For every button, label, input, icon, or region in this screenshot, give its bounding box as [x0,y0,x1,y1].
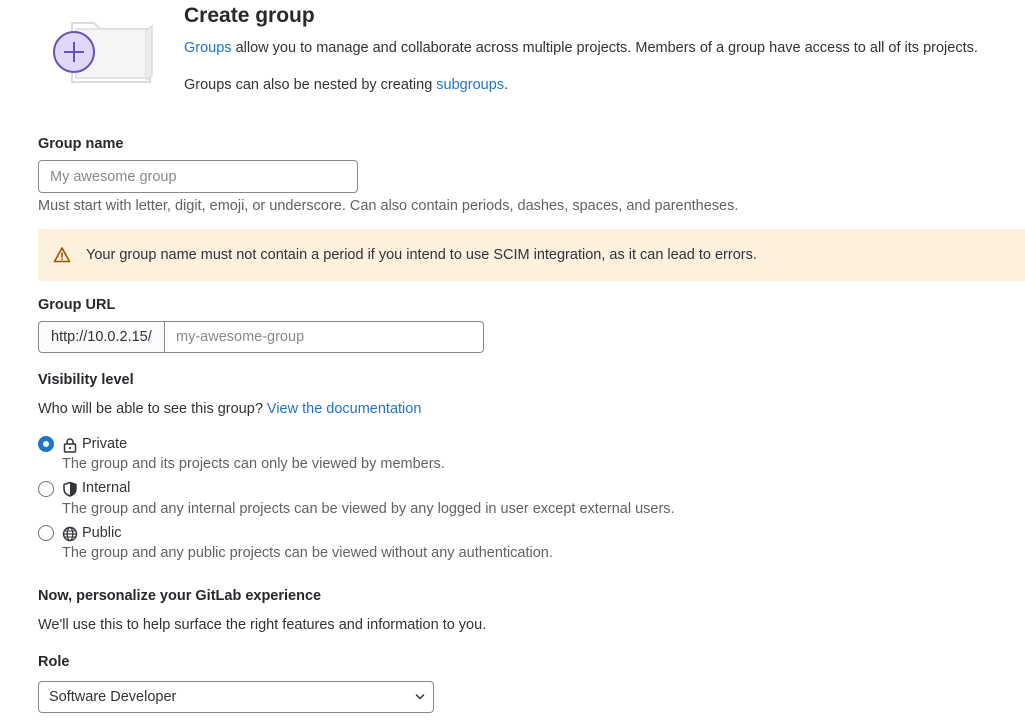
alert-text: Your group name must not contain a perio… [86,247,757,263]
group-url-input[interactable] [164,321,484,353]
group-name-label: Group name [38,136,124,152]
visibility-private-radio[interactable] [38,436,54,452]
visibility-public-description: The group and any public projects can be… [62,545,553,561]
visibility-internal-description: The group and any internal projects can … [62,501,675,517]
view-documentation-link[interactable]: View the documentation [267,401,422,417]
intro-text-rest: allow you to manage and collaborate acro… [231,40,978,56]
page-title: Create group [184,4,315,27]
visibility-question-text: Who will be able to see this group? [38,401,267,417]
visibility-level-label: Visibility level [38,372,134,388]
group-url-label: Group URL [38,297,116,313]
group-url-prefix: http://10.0.2.15/ [38,321,165,353]
role-label: Role [38,654,70,670]
subgroups-text-prefix: Groups can also be nested by creating [184,77,437,93]
visibility-public-radio[interactable] [38,525,54,541]
visibility-internal-label[interactable]: Internal [82,480,130,496]
folder-plus-illustration [53,22,153,83]
scim-warning-alert: Your group name must not contain a perio… [38,229,1025,281]
visibility-private-description: The group and its projects can only be v… [62,456,445,472]
warning-icon [53,247,71,263]
visibility-question: Who will be able to see this group? View… [38,401,421,417]
visibility-internal-radio[interactable] [38,481,54,497]
lock-icon [63,438,77,453]
visibility-public-label[interactable]: Public [82,525,122,541]
group-name-help: Must start with letter, digit, emoji, or… [38,198,739,214]
personalize-heading: Now, personalize your GitLab experience [38,588,322,604]
personalize-text: We'll use this to help surface the right… [38,617,487,633]
shield-icon [63,481,77,497]
intro-text: Groups allow you to manage and collabora… [184,40,978,56]
subgroups-text: Groups can also be nested by creating su… [184,77,508,93]
subgroups-text-suffix: . [504,77,509,93]
visibility-private-label[interactable]: Private [82,436,127,452]
groups-link[interactable]: Groups [184,40,232,56]
group-name-input[interactable] [38,160,358,193]
chevron-down-icon [415,694,425,700]
subgroups-link[interactable]: subgroups [436,77,504,93]
globe-icon [62,526,78,542]
role-select-value: Software Developer [49,689,177,705]
create-group-page: Create group Groups allow you to manage … [0,0,1025,725]
role-select[interactable]: Software Developer [38,681,434,713]
